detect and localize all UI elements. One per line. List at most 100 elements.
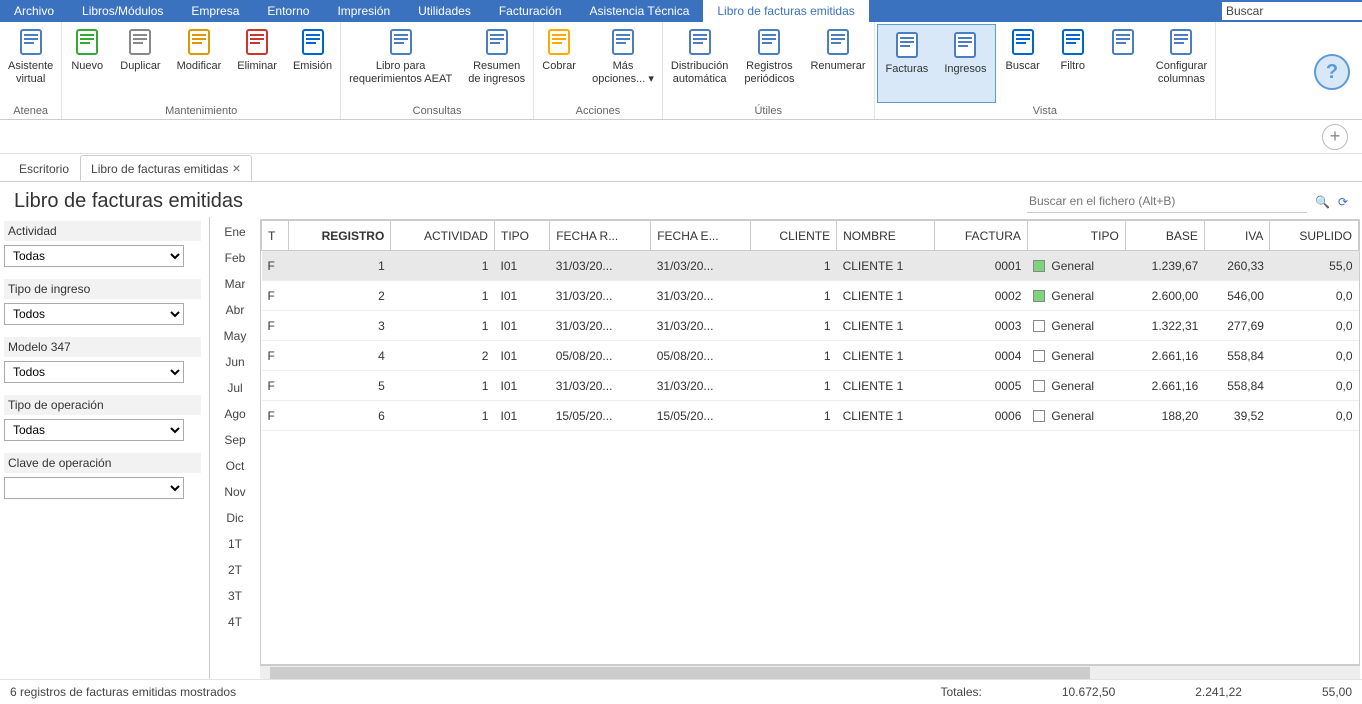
- filter-select[interactable]: Todas: [4, 245, 184, 267]
- col-base[interactable]: BASE: [1125, 221, 1204, 251]
- menu-item-libros-m-dulos[interactable]: Libros/Módulos: [68, 0, 177, 22]
- table-row[interactable]: F61I0115/05/20...15/05/20...1CLIENTE 100…: [262, 401, 1359, 431]
- month-sep[interactable]: Sep: [210, 427, 260, 453]
- filter-select[interactable]: Todas: [4, 419, 184, 441]
- table-row[interactable]: F51I0131/03/20...31/03/20...1CLIENTE 100…: [262, 371, 1359, 401]
- cell-cliente: 1: [751, 311, 837, 341]
- menubar-search[interactable]: Buscar: [1222, 2, 1362, 20]
- col-tipo[interactable]: TIPO: [1027, 221, 1125, 251]
- col-fecha-r-[interactable]: FECHA R...: [550, 221, 651, 251]
- month-nov[interactable]: Nov: [210, 479, 260, 505]
- table-row[interactable]: F11I0131/03/20...31/03/20...1CLIENTE 100…: [262, 251, 1359, 281]
- month-mar[interactable]: Mar: [210, 271, 260, 297]
- ribbon-btn-renumerar[interactable]: Renumerar: [802, 22, 873, 105]
- filter-select[interactable]: [4, 477, 184, 499]
- cell-t: F: [262, 281, 289, 311]
- cell-cliente: 1: [751, 281, 837, 311]
- col-t[interactable]: T: [262, 221, 289, 251]
- col-fecha-e-[interactable]: FECHA E...: [651, 221, 751, 251]
- ribbon-btn-modificar[interactable]: Modificar: [169, 22, 230, 105]
- table-row[interactable]: F31I0131/03/20...31/03/20...1CLIENTE 100…: [262, 311, 1359, 341]
- month-ago[interactable]: Ago: [210, 401, 260, 427]
- filter-select[interactable]: Todos: [4, 303, 184, 325]
- month-feb[interactable]: Feb: [210, 245, 260, 271]
- grid-area: TREGISTROACTIVIDADTIPOFECHA R...FECHA E.…: [260, 217, 1362, 679]
- ribbon-btn-duplicar[interactable]: Duplicar: [112, 22, 168, 105]
- menu-item-empresa[interactable]: Empresa: [177, 0, 253, 22]
- col-iva[interactable]: IVA: [1204, 221, 1270, 251]
- ribbon-btn-label: Emisión: [293, 60, 332, 73]
- help-icon[interactable]: ?: [1314, 54, 1350, 90]
- ribbon-btn-label: Modificar: [177, 60, 222, 73]
- tipo-text: General: [1051, 379, 1094, 393]
- menu-item-entorno[interactable]: Entorno: [253, 0, 323, 22]
- refresh-icon[interactable]: ⟳: [1338, 195, 1348, 209]
- tab-libro-de-facturas-emitidas[interactable]: Libro de facturas emitidas×: [80, 155, 252, 181]
- tab-escritorio[interactable]: Escritorio: [8, 157, 80, 181]
- ribbon-btn-resumen-ingresos[interactable]: Resumende ingresos: [460, 22, 533, 105]
- menu-item-archivo[interactable]: Archivo: [0, 0, 68, 22]
- ribbon-btn-filtro[interactable]: Filtro: [1048, 22, 1098, 105]
- month-1t[interactable]: 1T: [210, 531, 260, 557]
- month-oct[interactable]: Oct: [210, 453, 260, 479]
- menu-item-impresi-n[interactable]: Impresión: [323, 0, 404, 22]
- month-dic[interactable]: Dic: [210, 505, 260, 531]
- col-suplido[interactable]: SUPLIDO: [1270, 221, 1359, 251]
- month-ene[interactable]: Ene: [210, 219, 260, 245]
- col-registro[interactable]: REGISTRO: [289, 221, 391, 251]
- ribbon-btn-configurar-columnas[interactable]: Configurarcolumnas: [1148, 22, 1215, 105]
- tipo-text: General: [1051, 259, 1094, 273]
- ribbon-btn-ingresos[interactable]: Ingresos: [936, 25, 994, 102]
- cell-tipo2: General: [1027, 401, 1125, 431]
- menu-item-libro-de-facturas-emitidas[interactable]: Libro de facturas emitidas: [703, 0, 868, 22]
- col-cliente[interactable]: CLIENTE: [751, 221, 837, 251]
- month-may[interactable]: May: [210, 323, 260, 349]
- cell-registro: 6: [289, 401, 391, 431]
- month-jun[interactable]: Jun: [210, 349, 260, 375]
- ribbon-btn-orden[interactable]: [1098, 22, 1148, 105]
- add-button[interactable]: +: [1322, 124, 1348, 150]
- menu-item-asistencia-t-cnica[interactable]: Asistencia Técnica: [576, 0, 704, 22]
- buscar-icon: [1007, 26, 1039, 58]
- ribbon-btn-emision[interactable]: Emisión: [285, 22, 340, 105]
- grid-wrap[interactable]: TREGISTROACTIVIDADTIPOFECHA R...FECHA E.…: [260, 219, 1360, 665]
- close-icon[interactable]: ×: [232, 160, 240, 176]
- menu-item-facturaci-n[interactable]: Facturación: [485, 0, 576, 22]
- month-2t[interactable]: 2T: [210, 557, 260, 583]
- ribbon-btn-facturas[interactable]: Facturas: [878, 25, 937, 102]
- col-nombre[interactable]: NOMBRE: [837, 221, 935, 251]
- col-factura[interactable]: FACTURA: [934, 221, 1027, 251]
- ribbon-btn-label: Registrosperiódicos: [744, 60, 794, 85]
- cell-factura: 0003: [934, 311, 1027, 341]
- cell-fechae: 31/03/20...: [651, 281, 751, 311]
- search-input[interactable]: [1027, 191, 1307, 213]
- libro-aeat-icon: [385, 26, 417, 58]
- ribbon-btn-registros-periodicos[interactable]: Registrosperiódicos: [736, 22, 802, 105]
- document-tabs: EscritorioLibro de facturas emitidas×: [0, 154, 1362, 182]
- ribbon-btn-libro-aeat[interactable]: Libro pararequerimientos AEAT: [341, 22, 460, 105]
- ribbon-btn-asistente[interactable]: Asistentevirtual: [0, 22, 61, 105]
- col-tipo[interactable]: TIPO: [494, 221, 549, 251]
- menu-item-utilidades[interactable]: Utilidades: [404, 0, 485, 22]
- ribbon-btn-eliminar[interactable]: Eliminar: [229, 22, 285, 105]
- col-actividad[interactable]: ACTIVIDAD: [391, 221, 495, 251]
- ribbon-btn-buscar[interactable]: Buscar: [998, 22, 1048, 105]
- table-row[interactable]: F21I0131/03/20...31/03/20...1CLIENTE 100…: [262, 281, 1359, 311]
- month-abr[interactable]: Abr: [210, 297, 260, 323]
- ribbon-btn-nuevo[interactable]: Nuevo: [62, 22, 112, 105]
- cell-cliente: 1: [751, 341, 837, 371]
- ribbon-btn-mas-opciones[interactable]: Másopciones... ▾: [584, 22, 662, 105]
- cell-suplido: 0,0: [1270, 281, 1359, 311]
- month-jul[interactable]: Jul: [210, 375, 260, 401]
- ribbon-btn-distribucion[interactable]: Distribuciónautomática: [663, 22, 736, 105]
- cell-suplido: 0,0: [1270, 401, 1359, 431]
- ribbon-btn-cobrar[interactable]: Cobrar: [534, 22, 584, 105]
- search-icon[interactable]: 🔍: [1315, 195, 1330, 209]
- month-3t[interactable]: 3T: [210, 583, 260, 609]
- cell-iva: 260,33: [1204, 251, 1270, 281]
- table-row[interactable]: F42I0105/08/20...05/08/20...1CLIENTE 100…: [262, 341, 1359, 371]
- facturas-icon: [891, 29, 923, 61]
- filter-select[interactable]: Todos: [4, 361, 184, 383]
- horizontal-scrollbar[interactable]: [260, 665, 1360, 679]
- month-4t[interactable]: 4T: [210, 609, 260, 635]
